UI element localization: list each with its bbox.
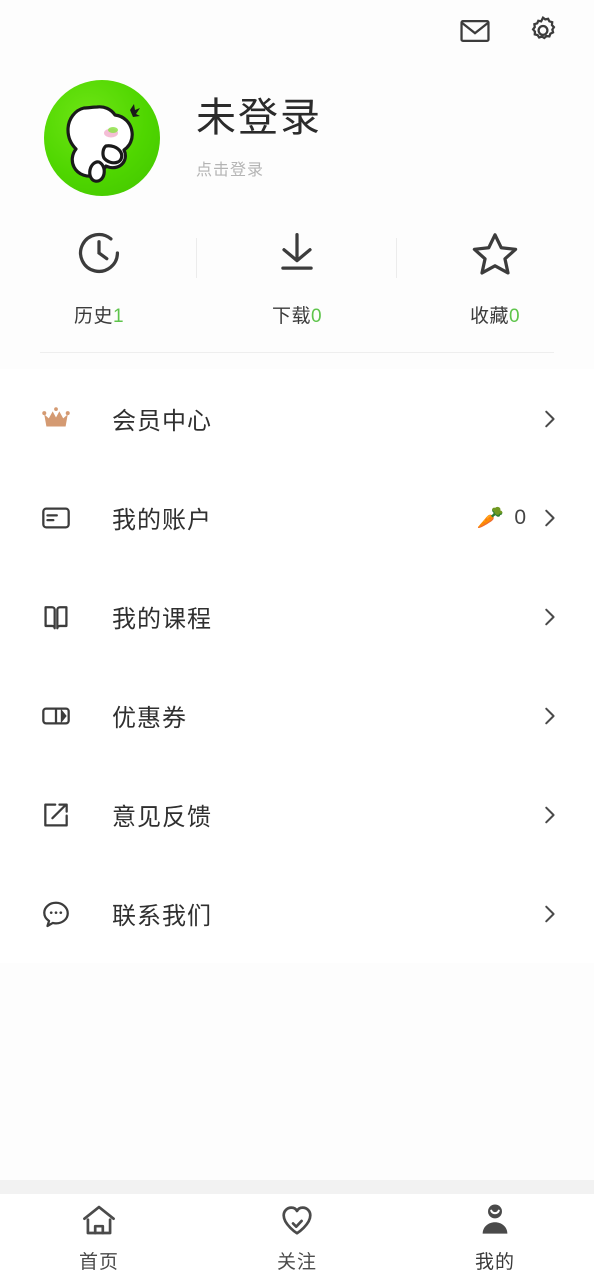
nav-item-label: 我的 bbox=[474, 1251, 515, 1273]
stats-divider-1 bbox=[196, 238, 197, 278]
menu-item-label: 联系我们 bbox=[112, 903, 212, 930]
book-icon bbox=[38, 599, 74, 635]
profile-text: 未登录 点击登录 bbox=[196, 96, 322, 180]
top-icon-bar bbox=[0, 0, 594, 62]
nav-item-follow[interactable]: 关注 bbox=[198, 1201, 396, 1274]
heart-check-icon bbox=[278, 1201, 316, 1239]
app-screen: 未登录 点击登录 历史1 下载0 收藏0 会员中心 我的账户 🥕 0 我的课程 … bbox=[0, 0, 594, 1280]
person-icon bbox=[476, 1201, 514, 1239]
menu-item-account[interactable]: 我的账户 🥕 0 bbox=[0, 468, 594, 567]
profile-header[interactable]: 未登录 点击登录 bbox=[0, 62, 594, 202]
nav-item-label: 关注 bbox=[276, 1251, 317, 1273]
stats-divider-2 bbox=[396, 238, 397, 278]
menu-item-label: 我的账户 bbox=[112, 507, 212, 534]
chevron-right-icon bbox=[545, 806, 555, 823]
stat-favorite[interactable]: 收藏0 bbox=[396, 227, 594, 328]
menu-item-label: 意见反馈 bbox=[112, 804, 212, 831]
menu-item-feedback[interactable]: 意见反馈 bbox=[0, 765, 594, 864]
bottom-nav-separator bbox=[0, 1180, 594, 1194]
credit-card-icon bbox=[38, 500, 74, 536]
coupon-ticket-icon bbox=[38, 698, 74, 734]
star-favorite-icon bbox=[469, 227, 521, 279]
menu-item-label: 我的课程 bbox=[112, 606, 212, 633]
chevron-right-icon bbox=[545, 707, 555, 724]
home-icon bbox=[80, 1201, 118, 1239]
stat-history-label: 历史1 bbox=[73, 305, 125, 327]
carrot-icon: 🥕 bbox=[476, 504, 505, 530]
page-title: 未登录 bbox=[196, 96, 322, 140]
edit-square-icon bbox=[38, 797, 74, 833]
menu-item-membership[interactable]: 会员中心 bbox=[0, 369, 594, 468]
menu-item-label: 优惠券 bbox=[112, 705, 187, 732]
bottom-navigation: 首页 关注 我的 bbox=[0, 1194, 594, 1280]
history-clock-icon bbox=[73, 227, 125, 279]
stat-download[interactable]: 下载0 bbox=[198, 227, 396, 328]
chat-bubble-icon bbox=[38, 896, 74, 932]
avatar[interactable] bbox=[44, 80, 160, 196]
nav-item-label: 首页 bbox=[78, 1251, 119, 1273]
account-balance-value: 0 bbox=[514, 505, 526, 529]
chevron-right-icon bbox=[545, 509, 555, 526]
gear-icon[interactable] bbox=[526, 14, 560, 48]
stats-row: 历史1 下载0 收藏0 bbox=[0, 202, 594, 352]
menu-item-courses[interactable]: 我的课程 bbox=[0, 567, 594, 666]
stat-history[interactable]: 历史1 bbox=[0, 227, 198, 328]
nav-item-home[interactable]: 首页 bbox=[0, 1201, 198, 1274]
crown-icon bbox=[38, 401, 74, 437]
login-prompt[interactable]: 点击登录 bbox=[196, 156, 322, 180]
menu-item-contact[interactable]: 联系我们 bbox=[0, 864, 594, 963]
chevron-right-icon bbox=[545, 410, 555, 427]
download-icon bbox=[271, 227, 323, 279]
stat-favorite-label: 收藏0 bbox=[469, 305, 521, 327]
menu-item-coupon[interactable]: 优惠券 bbox=[0, 666, 594, 765]
account-balance: 🥕 0 bbox=[477, 506, 526, 530]
stat-download-label: 下载0 bbox=[271, 305, 323, 327]
chevron-right-icon bbox=[545, 905, 555, 922]
mail-icon[interactable] bbox=[458, 14, 492, 48]
chevron-right-icon bbox=[545, 608, 555, 625]
nav-item-profile[interactable]: 我的 bbox=[396, 1201, 594, 1274]
menu-list: 会员中心 我的账户 🥕 0 我的课程 优惠券 意见反馈 联系我们 bbox=[0, 353, 594, 1180]
menu-item-label: 会员中心 bbox=[112, 408, 212, 435]
